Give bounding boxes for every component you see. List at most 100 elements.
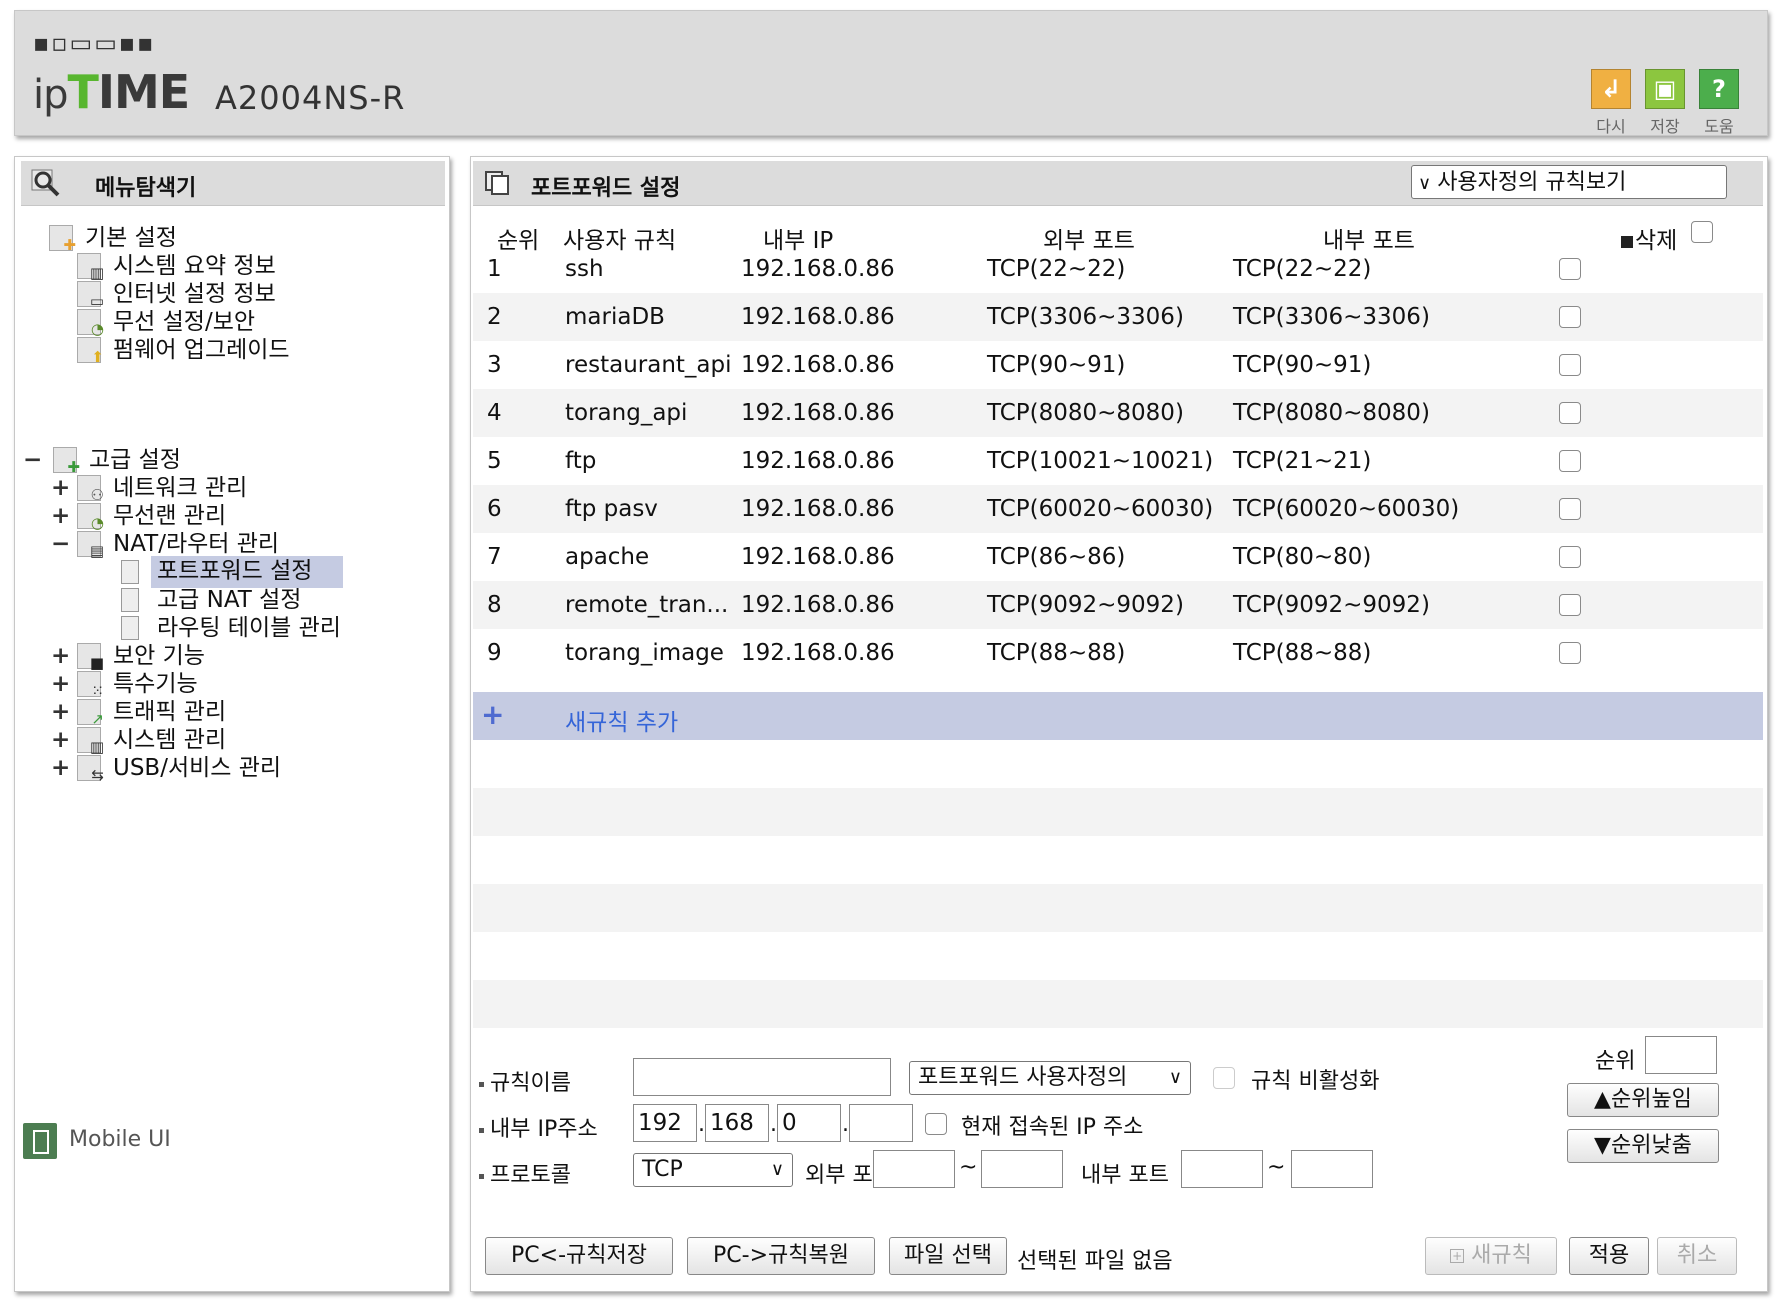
delete-rule-checkbox[interactable] xyxy=(1559,642,1581,664)
table-row[interactable]: 3 restaurant_api 192.168.0.86 TCP(90~91) TCP… xyxy=(473,341,1763,389)
collapse-icon[interactable]: − xyxy=(51,529,70,559)
protocol-select[interactable]: TCP ∨ xyxy=(633,1153,793,1187)
pages-icon xyxy=(485,171,509,195)
tree-item-system[interactable]: + ▥ 시스템 관리 xyxy=(51,725,431,755)
collapse-icon[interactable]: − xyxy=(23,445,42,475)
ip-octet-4[interactable] xyxy=(849,1104,913,1142)
table-row[interactable]: 1 ssh 192.168.0.86 TCP(22~22) TCP(22~22) xyxy=(473,245,1763,293)
rule-order: 4 xyxy=(487,400,502,426)
table-row[interactable]: 2 mariaDB 192.168.0.86 TCP(3306~3306) TCP(33… xyxy=(473,293,1763,341)
expand-icon[interactable]: + xyxy=(51,725,70,755)
expand-icon[interactable]: + xyxy=(51,669,70,699)
chevron-down-icon: ∨ xyxy=(770,1159,784,1180)
ip-octet-1[interactable]: 192 xyxy=(633,1104,697,1142)
range-tilde: ~ xyxy=(1267,1155,1286,1180)
tree-basic-settings[interactable]: ✚ 기본 설정 xyxy=(49,223,429,253)
add-new-rule-row[interactable]: + 새규칙 추가 xyxy=(473,692,1763,740)
tree-item-traffic[interactable]: + ↗ 트래픽 관리 xyxy=(51,697,431,727)
int-port-start-input[interactable] xyxy=(1181,1150,1263,1188)
move-down-button[interactable]: ▼순위낮춤 xyxy=(1567,1129,1719,1163)
tree-item-firmware-upgrade[interactable]: ⬆ 펌웨어 업그레이드 xyxy=(77,335,397,365)
table-row[interactable]: 8 remote_tran... 192.168.0.86 TCP(9092~9092… xyxy=(473,581,1763,629)
disable-rule-checkbox[interactable] xyxy=(1213,1067,1235,1089)
delete-rule-checkbox[interactable] xyxy=(1559,498,1581,520)
save-button[interactable]: ▣ 저장 xyxy=(1643,69,1687,137)
expand-icon[interactable]: + xyxy=(51,501,70,531)
rule-internal-ip: 192.168.0.86 xyxy=(741,640,895,666)
expand-icon[interactable]: + xyxy=(51,753,70,783)
tree-item-network[interactable]: + ⚇ 네트워크 관리 xyxy=(51,473,431,503)
rule-internal-port: TCP(90~91) xyxy=(1233,352,1372,378)
new-rule-button[interactable]: + 새규칙 xyxy=(1425,1237,1557,1275)
tree-item-system-summary[interactable]: ▥ 시스템 요약 정보 xyxy=(77,251,397,281)
order-input[interactable] xyxy=(1645,1036,1717,1074)
int-port-end-input[interactable] xyxy=(1291,1150,1373,1188)
ext-port-end-input[interactable] xyxy=(981,1150,1063,1188)
wifi-icon: ◔ xyxy=(77,503,104,531)
move-up-button[interactable]: ▲순위높임 xyxy=(1567,1083,1719,1117)
internal-port-label: 내부 포트 xyxy=(1081,1163,1169,1188)
current-ip-checkbox[interactable] xyxy=(925,1113,947,1135)
file-select-button[interactable]: 파일 선택 xyxy=(889,1237,1007,1275)
expand-icon[interactable]: + xyxy=(51,473,70,503)
apply-button[interactable]: 적용 xyxy=(1569,1237,1649,1275)
rule-order: 9 xyxy=(487,640,502,666)
tree-item-security[interactable]: + ■ 보안 기능 xyxy=(51,641,431,671)
tree-advanced-settings[interactable]: − ✚ 고급 설정 xyxy=(23,445,423,475)
select-all-checkbox[interactable] xyxy=(1691,221,1713,243)
rule-internal-port: TCP(22~22) xyxy=(1233,256,1372,282)
lock-icon: ■ xyxy=(77,643,104,671)
tree-item-port-forward[interactable]: 포트포워드 설정 xyxy=(121,556,351,588)
tree-item-wlan[interactable]: + ◔ 무선랜 관리 xyxy=(51,501,431,531)
expand-icon[interactable]: + xyxy=(51,697,70,727)
rule-internal-port: TCP(8080~8080) xyxy=(1233,400,1430,426)
table-row[interactable]: 5 ftp 192.168.0.86 TCP(10021~10021) TCP(21~2… xyxy=(473,437,1763,485)
tree-item-nat-router[interactable]: − ▤ NAT/라우터 관리 xyxy=(51,529,431,559)
empty-row xyxy=(473,932,1763,980)
table-row[interactable]: 4 torang_api 192.168.0.86 TCP(8080~8080) TCP… xyxy=(473,389,1763,437)
page-icon xyxy=(121,560,139,584)
delete-rule-checkbox[interactable] xyxy=(1559,450,1581,472)
restore-rules-from-pc-button[interactable]: PC->규칙복원 xyxy=(687,1237,875,1275)
add-rule-link[interactable]: 새규칙 추가 xyxy=(565,703,678,737)
rule-internal-ip: 192.168.0.86 xyxy=(741,352,895,378)
tree-item-special[interactable]: + ⁙ 특수기능 xyxy=(51,669,431,699)
delete-rule-checkbox[interactable] xyxy=(1559,546,1581,568)
table-row[interactable]: 9 torang_image 192.168.0.86 TCP(88~88) TCP(8… xyxy=(473,629,1763,677)
tree-item-usb-service[interactable]: + ⇆ USB/서비스 관리 xyxy=(51,753,431,783)
delete-rule-checkbox[interactable] xyxy=(1559,306,1581,328)
internal-ip-label: 내부 IP주소 xyxy=(479,1111,598,1143)
tree-item-wireless-security[interactable]: ◔ 무선 설정/보안 xyxy=(77,307,397,337)
delete-rule-checkbox[interactable] xyxy=(1559,402,1581,424)
rule-external-port: TCP(86~86) xyxy=(987,544,1126,570)
tree-item-routing-table[interactable]: 라우팅 테이블 관리 xyxy=(121,613,421,643)
delete-rule-checkbox[interactable] xyxy=(1559,354,1581,376)
table-row[interactable]: 7 apache 192.168.0.86 TCP(86~86) TCP(80~80) xyxy=(473,533,1763,581)
delete-rule-checkbox[interactable] xyxy=(1559,594,1581,616)
upgrade-icon: ⬆ xyxy=(77,337,104,365)
save-icon: ▣ xyxy=(1645,69,1685,109)
rule-name-input[interactable] xyxy=(633,1058,891,1096)
rule-view-select[interactable]: ∨ 사용자정의 규칙보기 xyxy=(1411,165,1727,199)
help-button[interactable]: ? 도움 xyxy=(1697,69,1741,137)
save-rules-to-pc-button[interactable]: PC<-규칙저장 xyxy=(485,1237,673,1275)
tree-item-advanced-nat[interactable]: 고급 NAT 설정 xyxy=(121,585,371,615)
help-icon: ? xyxy=(1699,69,1739,109)
table-row[interactable]: 6 ftp pasv 192.168.0.86 TCP(60020~60030) TCP… xyxy=(473,485,1763,533)
rule-type-select[interactable]: 포트포워드 사용자정의 ∨ xyxy=(909,1061,1191,1095)
disable-rule-label: 규칙 비활성화 xyxy=(1251,1069,1380,1094)
protocol-label: 프로토콜 xyxy=(479,1157,571,1189)
rule-internal-port: TCP(3306~3306) xyxy=(1233,304,1430,330)
panel-header: 포트포워드 설정 ∨ 사용자정의 규칙보기 xyxy=(473,161,1763,206)
ip-octet-3[interactable]: 0 xyxy=(777,1104,841,1142)
expand-icon[interactable]: + xyxy=(51,641,70,671)
iptime-logo: ipTIME xyxy=(33,65,190,119)
monitor-icon: ▭ xyxy=(77,281,104,309)
undo-button[interactable]: ↲ 다시 xyxy=(1589,69,1633,137)
tree-item-internet-info[interactable]: ▭ 인터넷 설정 정보 xyxy=(77,279,397,309)
grid-icon: ⁙ xyxy=(77,671,104,699)
cancel-button[interactable]: 취소 xyxy=(1657,1237,1737,1275)
ext-port-start-input[interactable] xyxy=(873,1150,955,1188)
ip-octet-2[interactable]: 168 xyxy=(705,1104,769,1142)
delete-rule-checkbox[interactable] xyxy=(1559,258,1581,280)
